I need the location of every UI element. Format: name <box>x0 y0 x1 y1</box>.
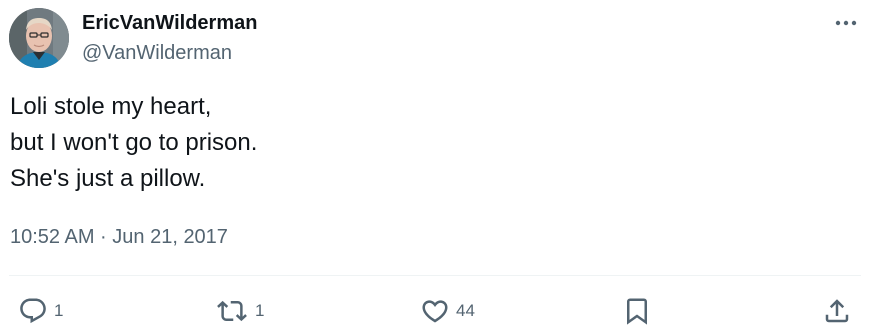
tweet-line: but I won't go to prison. <box>10 129 258 156</box>
share-button[interactable] <box>822 294 852 328</box>
retweet-icon <box>217 300 247 322</box>
reply-button[interactable]: 1 <box>18 294 63 328</box>
tweet-line: Loli stole my heart, <box>10 93 212 120</box>
heart-icon <box>422 300 448 323</box>
avatar[interactable] <box>9 8 69 68</box>
user-handle[interactable]: @VanWilderman <box>82 41 232 65</box>
avatar-photo <box>9 8 69 68</box>
divider <box>9 275 861 276</box>
reply-count: 1 <box>54 301 64 320</box>
reply-icon <box>20 298 46 324</box>
tweet-line: She's just a pillow. <box>10 165 206 192</box>
retweet-button[interactable]: 1 <box>215 294 264 328</box>
bookmark-icon <box>627 298 647 325</box>
tweet-timestamp[interactable]: 10:52 AM · Jun 21, 2017 <box>10 223 228 251</box>
share-icon <box>825 299 849 323</box>
more-button[interactable] <box>828 10 864 36</box>
retweet-count: 1 <box>255 301 265 320</box>
more-icon <box>835 20 857 26</box>
tweet: EricVanWilderman @VanWilderman Loli stol… <box>0 0 872 330</box>
display-name[interactable]: EricVanWilderman <box>82 11 257 35</box>
like-button[interactable]: 44 <box>420 294 475 328</box>
like-count: 44 <box>456 301 475 320</box>
tweet-text: Loli stole my heart, but I won't go to p… <box>10 89 850 197</box>
bookmark-button[interactable] <box>622 294 652 328</box>
